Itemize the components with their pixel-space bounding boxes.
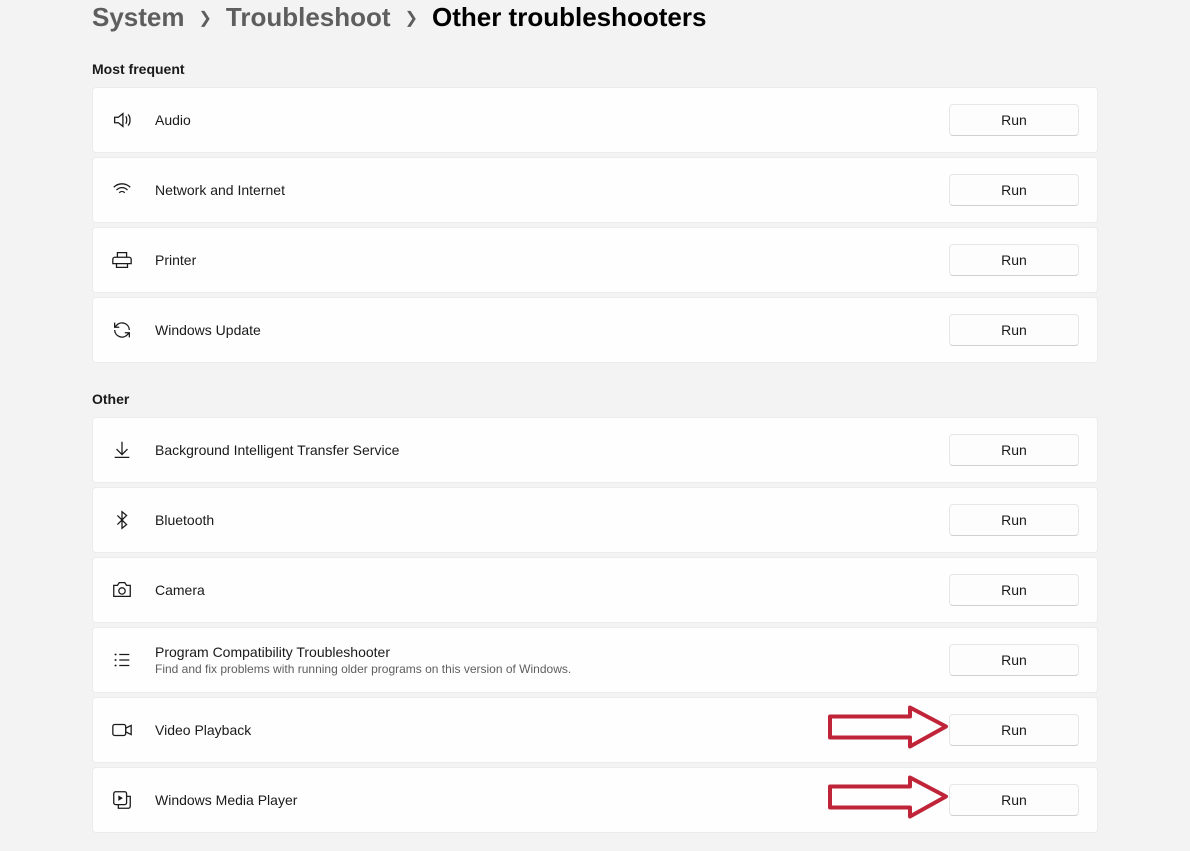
run-button[interactable]: Run [949,244,1079,276]
troubleshooter-label: Bluetooth [155,512,949,528]
arrow-annotation-icon [824,703,949,758]
wifi-icon [111,179,133,201]
section-header: Most frequent [92,61,1098,77]
breadcrumb-item-current: Other troubleshooters [432,2,706,33]
troubleshooter-label: Printer [155,252,949,268]
speaker-icon [111,109,133,131]
arrow-annotation-icon [824,773,949,828]
run-button[interactable]: Run [949,574,1079,606]
troubleshooter-row-network: Network and Internet Run [92,157,1098,223]
troubleshooter-label: Audio [155,112,949,128]
breadcrumb: System ❯ Troubleshoot ❯ Other troublesho… [92,0,1098,33]
list-icon [111,649,133,671]
run-button[interactable]: Run [949,174,1079,206]
troubleshooter-label: Camera [155,582,949,598]
troubleshooter-subtitle: Find and fix problems with running older… [155,662,949,676]
troubleshooter-row-windows-update: Windows Update Run [92,297,1098,363]
section-most-frequent: Most frequent Audio Run Network and Inte… [92,61,1098,363]
media-player-icon [111,789,133,811]
troubleshooter-row-printer: Printer Run [92,227,1098,293]
troubleshooter-label: Program Compatibility Troubleshooter [155,644,949,660]
video-icon [111,719,133,741]
chevron-right-icon: ❯ [405,8,418,28]
troubleshooter-label: Windows Update [155,322,949,338]
troubleshooter-label: Network and Internet [155,182,949,198]
printer-icon [111,249,133,271]
breadcrumb-item-system[interactable]: System [92,2,185,33]
troubleshooter-label: Background Intelligent Transfer Service [155,442,949,458]
troubleshooter-row-program-compatibility: Program Compatibility Troubleshooter Fin… [92,627,1098,693]
troubleshooter-row-bluetooth: Bluetooth Run [92,487,1098,553]
download-icon [111,439,133,461]
run-button[interactable]: Run [949,504,1079,536]
troubleshooter-row-windows-media-player: Windows Media Player Run [92,767,1098,833]
section-header: Other [92,391,1098,407]
troubleshooter-row-bits: Background Intelligent Transfer Service … [92,417,1098,483]
run-button[interactable]: Run [949,434,1079,466]
run-button[interactable]: Run [949,314,1079,346]
section-other: Other Background Intelligent Transfer Se… [92,391,1098,833]
troubleshooter-row-audio: Audio Run [92,87,1098,153]
bluetooth-icon [111,509,133,531]
camera-icon [111,579,133,601]
run-button[interactable]: Run [949,784,1079,816]
run-button[interactable]: Run [949,644,1079,676]
run-button[interactable]: Run [949,714,1079,746]
sync-icon [111,319,133,341]
troubleshooter-row-video-playback: Video Playback Run [92,697,1098,763]
troubleshooter-row-camera: Camera Run [92,557,1098,623]
chevron-right-icon: ❯ [199,8,212,28]
breadcrumb-item-troubleshoot[interactable]: Troubleshoot [226,2,391,33]
run-button[interactable]: Run [949,104,1079,136]
